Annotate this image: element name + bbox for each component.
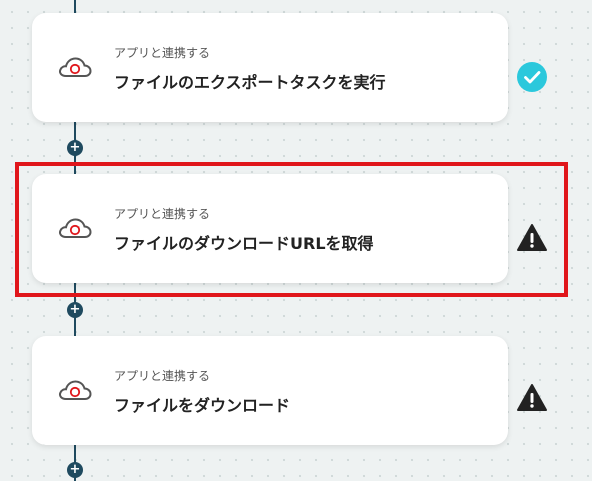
step-subtitle: アプリと連携する <box>114 46 211 60</box>
step-title: ファイルをダウンロード <box>114 396 291 415</box>
step-title: ファイルのエクスポートタスクを実行 <box>114 73 386 92</box>
add-step-button[interactable]: + <box>67 462 83 478</box>
flow-step-card-3[interactable]: アプリと連携する ファイルをダウンロード <box>32 336 508 445</box>
cloud-app-icon <box>59 57 92 77</box>
add-step-button[interactable]: + <box>67 140 83 156</box>
add-step-button[interactable]: + <box>67 302 83 318</box>
check-circle-icon <box>517 62 547 92</box>
highlight-frame <box>15 162 568 297</box>
warning-icon <box>517 384 547 411</box>
step-subtitle: アプリと連携する <box>114 369 211 383</box>
flow-step-card-1[interactable]: アプリと連携する ファイルのエクスポートタスクを実行 <box>32 13 508 122</box>
cloud-app-icon <box>59 380 92 400</box>
